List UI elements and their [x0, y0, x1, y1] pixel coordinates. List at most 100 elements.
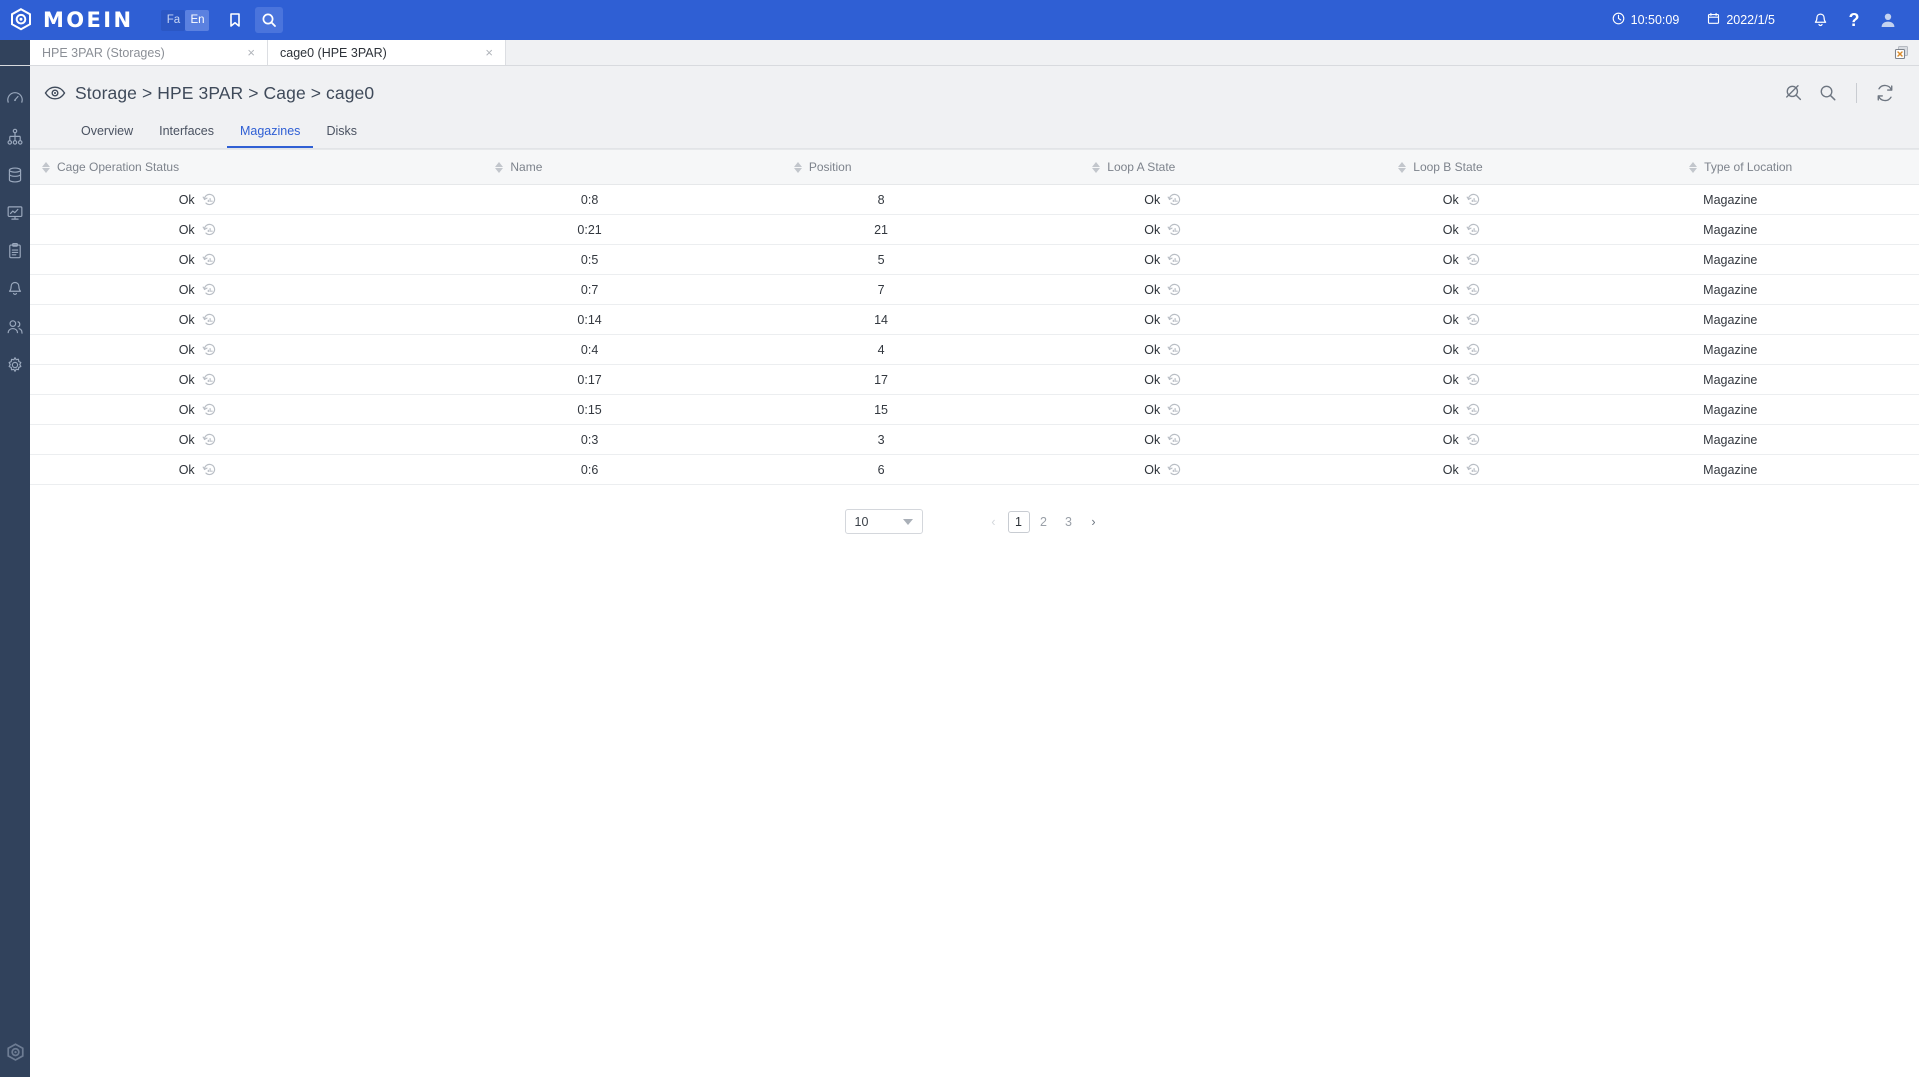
chart-history-icon[interactable] [1167, 282, 1182, 297]
table-row[interactable]: Ok 0:14 14 Ok Ok Magazine [30, 304, 1919, 335]
chart-history-icon[interactable] [1167, 432, 1182, 447]
current-time: 10:50:09 [1630, 13, 1680, 27]
chart-history-icon[interactable] [1167, 402, 1182, 417]
pagination: 10 ‹ 1 2 3 › [30, 485, 1919, 534]
sidebar-item-users[interactable] [0, 310, 30, 348]
chart-history-icon[interactable] [1466, 402, 1481, 417]
language-switcher[interactable]: Fa En [161, 9, 210, 31]
chart-history-icon[interactable] [1167, 372, 1182, 387]
sidebar-item-monitoring[interactable] [0, 196, 30, 234]
chart-history-icon[interactable] [202, 342, 217, 357]
sidebar-item-dashboard[interactable] [0, 82, 30, 120]
sort-toggle-icon[interactable] [1092, 161, 1101, 173]
sidebar-item-alerts[interactable] [0, 272, 30, 310]
search-icon[interactable] [255, 7, 284, 33]
tab-magazines[interactable]: Magazines [226, 118, 314, 148]
page-size-select[interactable]: 10 [844, 509, 923, 534]
brand[interactable]: MOEIN [8, 7, 133, 33]
left-sidebar [0, 66, 30, 1077]
refresh-icon[interactable] [1869, 77, 1901, 109]
chart-history-icon[interactable] [202, 312, 217, 327]
question-mark-icon[interactable]: ? [1837, 3, 1871, 37]
chart-history-icon[interactable] [1466, 432, 1481, 447]
tab-close-icon[interactable]: × [245, 46, 257, 59]
column-header-loop-a-state[interactable]: Loop A State [1080, 149, 1387, 185]
chart-history-icon[interactable] [1167, 312, 1182, 327]
gauge-icon [6, 90, 24, 113]
column-header-loop-b-state[interactable]: Loop B State [1386, 149, 1678, 185]
table-row[interactable]: Ok 0:17 17 Ok Ok Magazine [30, 364, 1919, 395]
pagination-page-2[interactable]: 2 [1033, 511, 1055, 533]
chart-history-icon[interactable] [1466, 282, 1481, 297]
tab-overview[interactable]: Overview [68, 118, 146, 148]
chart-history-icon[interactable] [1466, 372, 1481, 387]
table-row[interactable]: Ok 0:6 6 Ok Ok Magazine [30, 454, 1919, 485]
page-number-list: ‹ 1 2 3 › [983, 510, 1105, 533]
table-row[interactable]: Ok 0:5 5 Ok Ok Magazine [30, 244, 1919, 275]
sidebar-item-storage[interactable] [0, 158, 30, 196]
tab-hpe-3par-storages[interactable]: HPE 3PAR (Storages) × [30, 40, 268, 65]
cell-name: 0:4 [483, 334, 782, 365]
column-header-cage-operation-status[interactable]: Cage Operation Status [30, 149, 484, 185]
chart-history-icon[interactable] [202, 432, 217, 447]
sort-toggle-icon[interactable] [793, 161, 802, 173]
chart-history-icon[interactable] [1466, 252, 1481, 267]
tab-close-icon[interactable]: × [483, 46, 495, 59]
sidebar-item-topology[interactable] [0, 120, 30, 158]
chart-history-icon[interactable] [1167, 192, 1182, 207]
moein-mark-icon[interactable] [0, 1042, 30, 1063]
column-header-name[interactable]: Name [483, 149, 782, 185]
sidebar-item-settings[interactable] [0, 348, 30, 386]
chart-history-icon[interactable] [1167, 342, 1182, 357]
bell-icon[interactable] [1803, 3, 1837, 37]
chart-history-icon[interactable] [202, 462, 217, 477]
pagination-page-3[interactable]: 3 [1058, 511, 1080, 533]
chart-history-icon[interactable] [1167, 462, 1182, 477]
cell-position: 14 [781, 304, 1081, 335]
status-value: Ok [178, 192, 195, 207]
table-row[interactable]: Ok 0:3 3 Ok Ok Magazine [30, 424, 1919, 455]
sidebar-item-reports[interactable] [0, 234, 30, 272]
chart-history-icon[interactable] [202, 252, 217, 267]
pagination-next-button[interactable]: › [1083, 511, 1105, 533]
cell-loop-b-state: Ok [1386, 274, 1678, 305]
chart-history-icon[interactable] [1167, 222, 1182, 237]
chart-history-icon[interactable] [202, 282, 217, 297]
pagination-prev-button[interactable]: ‹ [983, 511, 1005, 533]
lang-en-button[interactable]: En [185, 9, 210, 31]
tab-cage0-hpe-3par[interactable]: cage0 (HPE 3PAR) × [268, 40, 506, 65]
sort-toggle-icon[interactable] [1398, 161, 1407, 173]
table-row[interactable]: Ok 0:15 15 Ok Ok Magazine [30, 394, 1919, 425]
chart-history-icon[interactable] [202, 222, 217, 237]
tab-disks[interactable]: Disks [313, 118, 370, 148]
bookmark-icon[interactable] [221, 7, 249, 33]
chart-history-icon[interactable] [202, 192, 217, 207]
chart-history-icon[interactable] [1466, 342, 1481, 357]
table-row[interactable]: Ok 0:7 7 Ok Ok Magazine [30, 274, 1919, 305]
chart-history-icon[interactable] [1466, 192, 1481, 207]
table-row[interactable]: Ok 0:8 8 Ok Ok Magazine [30, 184, 1919, 215]
column-header-position[interactable]: Position [781, 149, 1081, 185]
column-header-type-of-location[interactable]: Type of Location [1677, 149, 1919, 185]
status-value: Ok [1144, 402, 1161, 417]
search-off-icon[interactable] [1778, 77, 1810, 109]
chart-history-icon[interactable] [202, 402, 217, 417]
search-icon[interactable] [1812, 77, 1844, 109]
table-row[interactable]: Ok 0:4 4 Ok Ok Magazine [30, 334, 1919, 365]
user-avatar-icon[interactable] [1871, 3, 1905, 37]
chart-history-icon[interactable] [1167, 252, 1182, 267]
sort-toggle-icon[interactable] [42, 161, 50, 173]
tab-interfaces[interactable]: Interfaces [146, 118, 227, 148]
pagination-page-1[interactable]: 1 [1007, 510, 1030, 533]
close-all-tabs-icon[interactable] [1891, 40, 1919, 65]
chart-history-icon[interactable] [1466, 312, 1481, 327]
status-value: Ok [178, 462, 195, 477]
lang-fa-button[interactable]: Fa [161, 9, 186, 31]
chart-history-icon[interactable] [1466, 222, 1481, 237]
chart-history-icon[interactable] [1466, 462, 1481, 477]
status-value: Ok [1442, 192, 1459, 207]
sort-toggle-icon[interactable] [1689, 161, 1698, 173]
table-row[interactable]: Ok 0:21 21 Ok Ok Magazine [30, 214, 1919, 245]
chart-history-icon[interactable] [202, 372, 217, 387]
sort-toggle-icon[interactable] [495, 161, 504, 173]
